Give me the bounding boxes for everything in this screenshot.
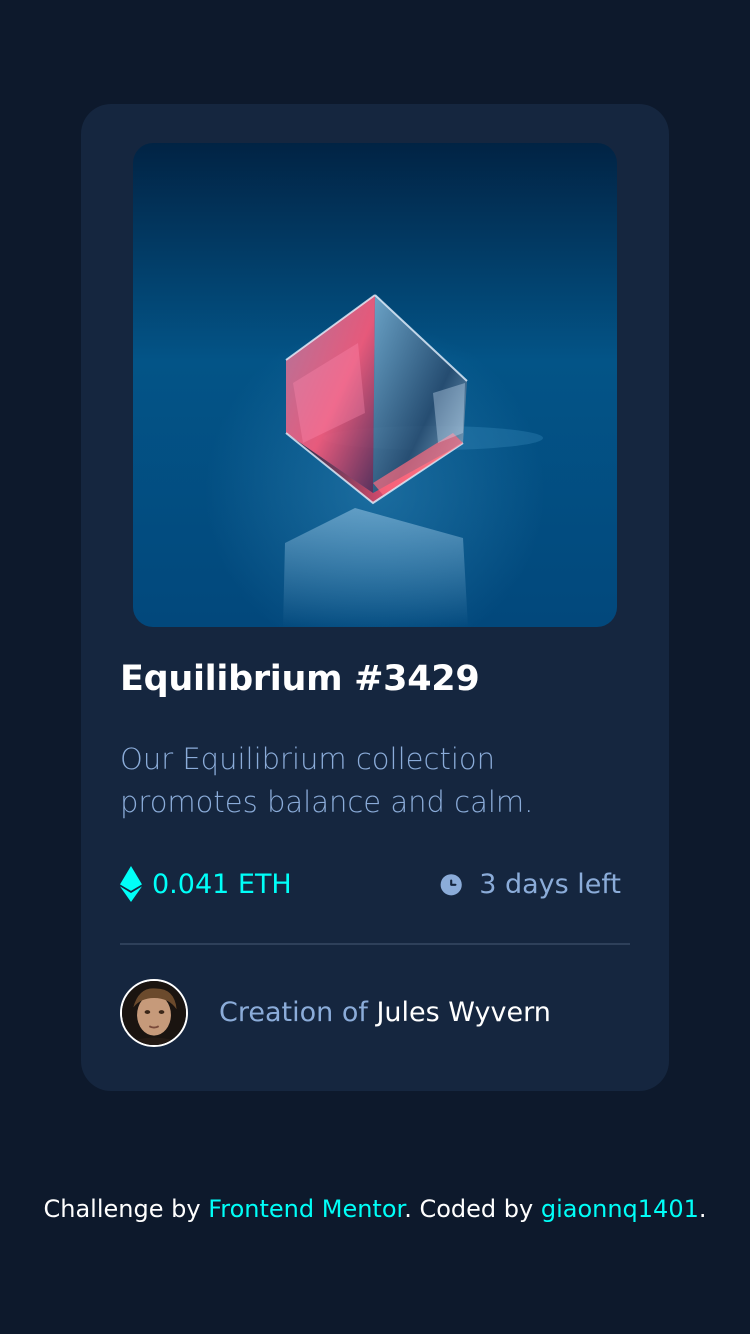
time-left-info: 3 days left	[438, 866, 621, 902]
nft-description: Our Equilibrium collection promotes bala…	[120, 742, 534, 819]
nft-title[interactable]: Equilibrium #3429	[120, 659, 480, 699]
creator-avatar-image	[122, 981, 186, 1045]
attribution-suffix: .	[698, 1195, 707, 1223]
attribution: Challenge by Frontend Mentor. Coded by g…	[0, 1195, 750, 1223]
ethereum-icon	[120, 866, 142, 902]
creator-line: Creation of Jules Wyvern	[219, 997, 551, 1028]
attribution-middle: . Coded by	[404, 1195, 534, 1223]
author-link[interactable]: giaonnq1401	[541, 1195, 699, 1223]
nft-card: Equilibrium #3429 Our Equilibrium collec…	[81, 104, 669, 1091]
attribution-prefix: Challenge by	[43, 1195, 201, 1223]
price-value: 0.041 ETH	[152, 868, 292, 900]
creator-name-link[interactable]: Jules Wyvern	[376, 997, 550, 1028]
time-left-value: 3 days left	[479, 868, 621, 900]
frontend-mentor-link[interactable]: Frontend Mentor	[208, 1195, 404, 1223]
clock-icon	[440, 873, 462, 895]
page: Equilibrium #3429 Our Equilibrium collec…	[0, 0, 750, 1334]
equilibrium-cube-image	[133, 143, 617, 627]
creator-prefix: Creation of	[219, 997, 368, 1028]
divider	[120, 943, 630, 945]
nft-image[interactable]	[133, 143, 617, 627]
avatar	[120, 979, 188, 1047]
price-info: 0.041 ETH	[120, 866, 292, 902]
